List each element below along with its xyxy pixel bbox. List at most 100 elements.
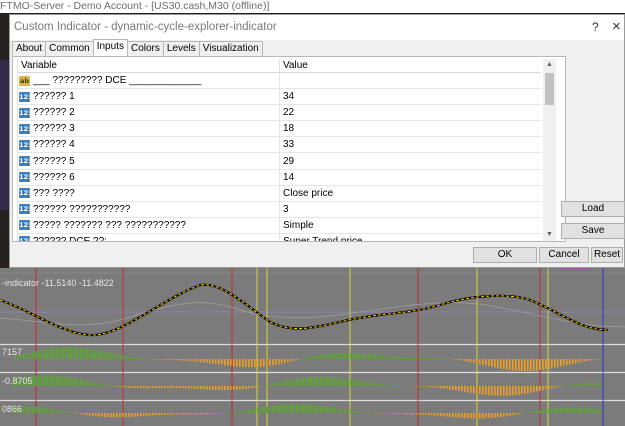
save-button[interactable]: Save <box>561 223 625 239</box>
histogram-bar <box>575 383 577 386</box>
value-cell[interactable]: 3 <box>280 202 289 217</box>
histogram-bar <box>71 347 73 359</box>
histogram-bar <box>227 412 229 414</box>
reset-button[interactable]: Reset <box>591 247 623 263</box>
column-header-value[interactable]: Value <box>280 59 308 72</box>
histogram-bar <box>101 384 103 386</box>
histogram-bar <box>266 359 268 367</box>
histogram-bar <box>245 359 247 368</box>
histogram-bar <box>509 413 511 416</box>
histogram-bar <box>431 386 433 388</box>
histogram-bar <box>419 357 421 359</box>
value-cell[interactable]: 22 <box>280 105 294 120</box>
input-row[interactable]: 123?????? 1 34 <box>18 89 541 106</box>
histogram-bar <box>65 347 67 359</box>
histogram-bar <box>344 409 346 413</box>
tab-common[interactable]: Common <box>45 41 94 56</box>
histogram-bar <box>584 383 586 386</box>
input-row[interactable]: 123????? ??????? ??? ??????????? Simple <box>18 217 541 234</box>
histogram-bar <box>185 359 187 361</box>
histogram-bar <box>104 413 106 417</box>
input-row[interactable]: 123??? ???? Close price <box>18 185 541 202</box>
tab-visualization[interactable]: Visualization <box>198 41 263 56</box>
inputs-scrollbar[interactable]: ▲ ▼ <box>543 59 556 241</box>
scroll-down-icon[interactable]: ▼ <box>543 229 556 241</box>
histogram-bar <box>329 407 331 413</box>
histogram-bar <box>413 386 415 387</box>
value-cell[interactable] <box>280 73 283 88</box>
scroll-thumb[interactable] <box>545 73 554 105</box>
histogram-bar <box>545 409 547 413</box>
histogram-bar <box>344 378 346 386</box>
histogram-bar <box>536 386 538 392</box>
value-cell[interactable]: 33 <box>280 137 294 152</box>
histogram-bar <box>512 386 514 396</box>
histogram-bar <box>218 413 220 414</box>
histogram-bar <box>596 382 598 386</box>
histogram-bar <box>566 407 568 413</box>
cancel-button[interactable]: Cancel <box>539 247 589 263</box>
input-row[interactable]: 123?????? ??????????? 3 <box>18 201 541 218</box>
input-row[interactable]: 123?????? 3 18 <box>18 121 541 138</box>
variable-cell: 123?????? 5 <box>18 153 280 169</box>
histogram-bar <box>254 386 256 388</box>
histogram-bar <box>215 386 217 390</box>
histogram-bar <box>284 359 286 363</box>
histogram-bar <box>431 413 433 416</box>
histogram-bar <box>554 386 556 388</box>
scroll-up-icon[interactable]: ▲ <box>543 59 556 71</box>
histogram-bar <box>173 359 175 361</box>
input-row[interactable]: 123?????? 6 14 <box>18 169 541 186</box>
ok-button[interactable]: OK <box>473 247 537 263</box>
value-cell[interactable]: 14 <box>280 170 294 185</box>
histogram-bar <box>263 407 265 413</box>
histogram-bar <box>44 375 46 386</box>
input-row[interactable]: 123?????? 2 22 <box>18 105 541 122</box>
histogram-bar <box>89 349 91 359</box>
histogram-bar <box>488 386 490 396</box>
histogram-bar <box>74 413 76 414</box>
histogram-bar <box>164 413 166 415</box>
histogram-bar <box>227 359 229 366</box>
value-cell[interactable]: 29 <box>280 153 294 168</box>
value-cell[interactable]: 34 <box>280 89 294 104</box>
tab-levels[interactable]: Levels <box>162 41 200 56</box>
variable-label: ?????? DCE ??: <box>33 236 107 241</box>
histogram-bar <box>503 386 505 396</box>
column-header-variable[interactable]: Variable <box>18 59 280 72</box>
input-row[interactable]: ab ___ ????????? DCE _____________ <box>18 73 541 90</box>
load-button[interactable]: Load <box>561 201 625 217</box>
histogram-bar <box>230 359 232 366</box>
dialog-title-bar[interactable]: Custom Indicator - dynamic-cycle-explore… <box>10 15 624 40</box>
tab-colors[interactable]: Colors <box>126 41 164 56</box>
value-cell[interactable]: Super Trend price <box>280 234 363 241</box>
input-row[interactable]: 123?????? 4 33 <box>18 137 541 154</box>
help-icon[interactable]: ? <box>592 20 599 34</box>
histogram-bar <box>176 359 178 361</box>
value-cell[interactable]: Simple <box>280 218 314 233</box>
histogram-bar <box>197 386 199 389</box>
input-row[interactable]: 123?????? 5 29 <box>18 153 541 170</box>
histogram-bar <box>230 386 232 390</box>
histogram-bar <box>257 386 259 387</box>
value-cell[interactable]: Close price <box>280 186 333 201</box>
histogram-bar <box>161 386 163 389</box>
histogram-bar <box>512 413 514 416</box>
histogram-bar <box>56 409 58 413</box>
tab-about[interactable]: About <box>12 41 47 56</box>
histogram-bar <box>35 375 37 386</box>
histogram-bar <box>284 381 286 386</box>
histogram-bar <box>332 407 334 413</box>
histogram-bar <box>80 379 82 386</box>
close-icon[interactable]: × <box>612 18 621 35</box>
tab-inputs[interactable]: Inputs <box>92 39 128 56</box>
value-cell[interactable]: 18 <box>280 121 294 136</box>
histogram-bar <box>200 413 202 415</box>
histogram-bar <box>326 353 328 359</box>
histogram-bar <box>416 357 418 359</box>
histogram-bar <box>29 406 31 413</box>
input-row[interactable]: 123?????? DCE ??:Super Trend price <box>18 233 541 241</box>
histogram-bar <box>53 409 55 413</box>
histogram-bar <box>431 357 433 359</box>
histogram-bar <box>551 359 553 369</box>
